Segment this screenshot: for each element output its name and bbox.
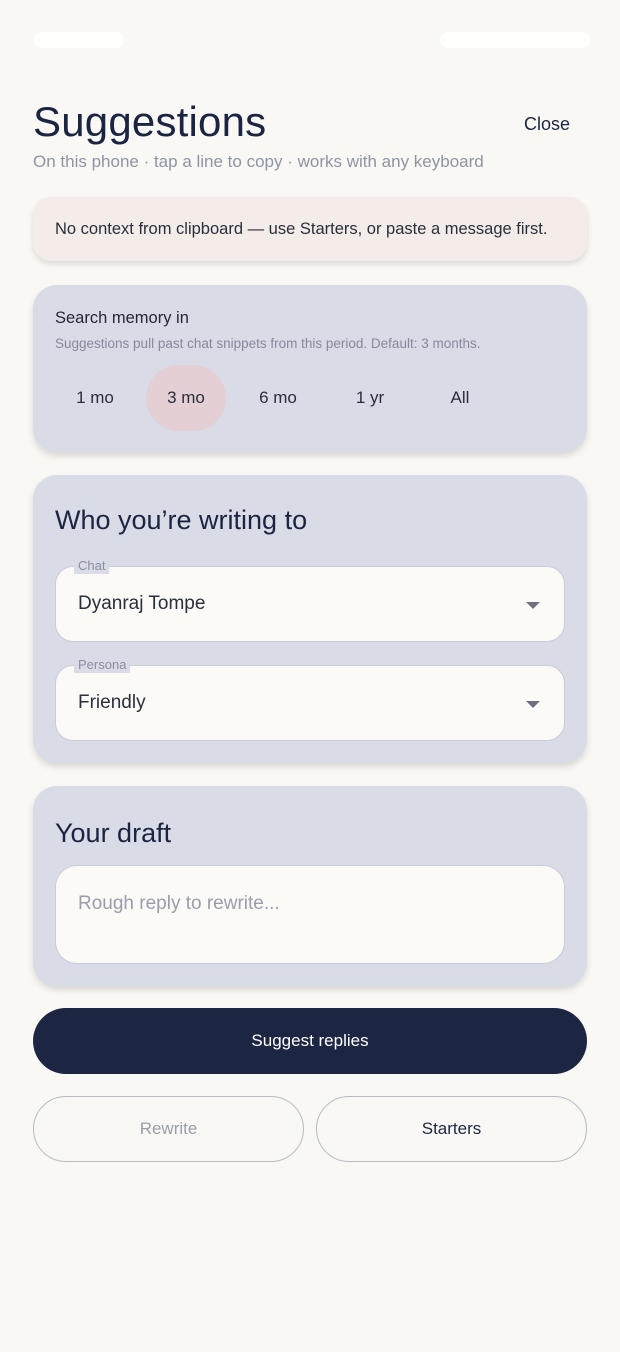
persona-value: Friendly [78, 692, 146, 713]
rewrite-button[interactable]: Rewrite [33, 1096, 304, 1162]
memory-range-chips: 1 mo 3 mo 6 mo 1 yr All [55, 365, 565, 431]
chip-3-months[interactable]: 3 mo [146, 365, 226, 431]
memory-help: Suggestions pull past chat snippets from… [55, 336, 481, 351]
suggest-replies-button[interactable]: Suggest replies [33, 1008, 587, 1074]
draft-title: Your draft [55, 818, 172, 848]
notice-text: No context from clipboard — use Starters… [55, 219, 548, 238]
chat-label: Chat [74, 558, 110, 574]
clipboard-notice: No context from clipboard — use Starters… [33, 197, 587, 261]
status-bar [0, 0, 620, 80]
chip-1-month[interactable]: 1 mo [55, 365, 135, 431]
recipient-title: Who you’re writing to [55, 505, 308, 535]
close-button[interactable]: Close [524, 114, 570, 135]
chevron-down-icon [526, 701, 540, 708]
chevron-down-icon [526, 602, 540, 609]
chip-6-months[interactable]: 6 mo [238, 365, 318, 431]
recipient-card: Who you’re writing to Chat Dyanraj Tompe… [33, 475, 587, 763]
page-title: Suggestions [33, 98, 267, 145]
header: Suggestions Close On this phone · tap a … [33, 96, 588, 172]
chip-1-year[interactable]: 1 yr [330, 365, 410, 431]
status-time-blur [34, 32, 124, 48]
memory-label: Search memory in [55, 309, 189, 327]
status-icons-blur [440, 32, 590, 48]
persona-label: Persona [74, 657, 131, 673]
chat-value: Dyanraj Tompe [78, 593, 206, 614]
starters-button[interactable]: Starters [316, 1096, 587, 1162]
draft-input[interactable]: Rough reply to rewrite... [55, 865, 565, 964]
chip-all[interactable]: All [420, 365, 500, 431]
chat-dropdown[interactable]: Chat Dyanraj Tompe [55, 558, 565, 642]
persona-dropdown[interactable]: Persona Friendly [55, 657, 565, 741]
draft-card: Your draft Rough reply to rewrite... [33, 786, 587, 986]
page-subtitle: On this phone · tap a line to copy · wor… [33, 152, 484, 171]
memory-range-card: Search memory in Suggestions pull past c… [33, 285, 587, 452]
